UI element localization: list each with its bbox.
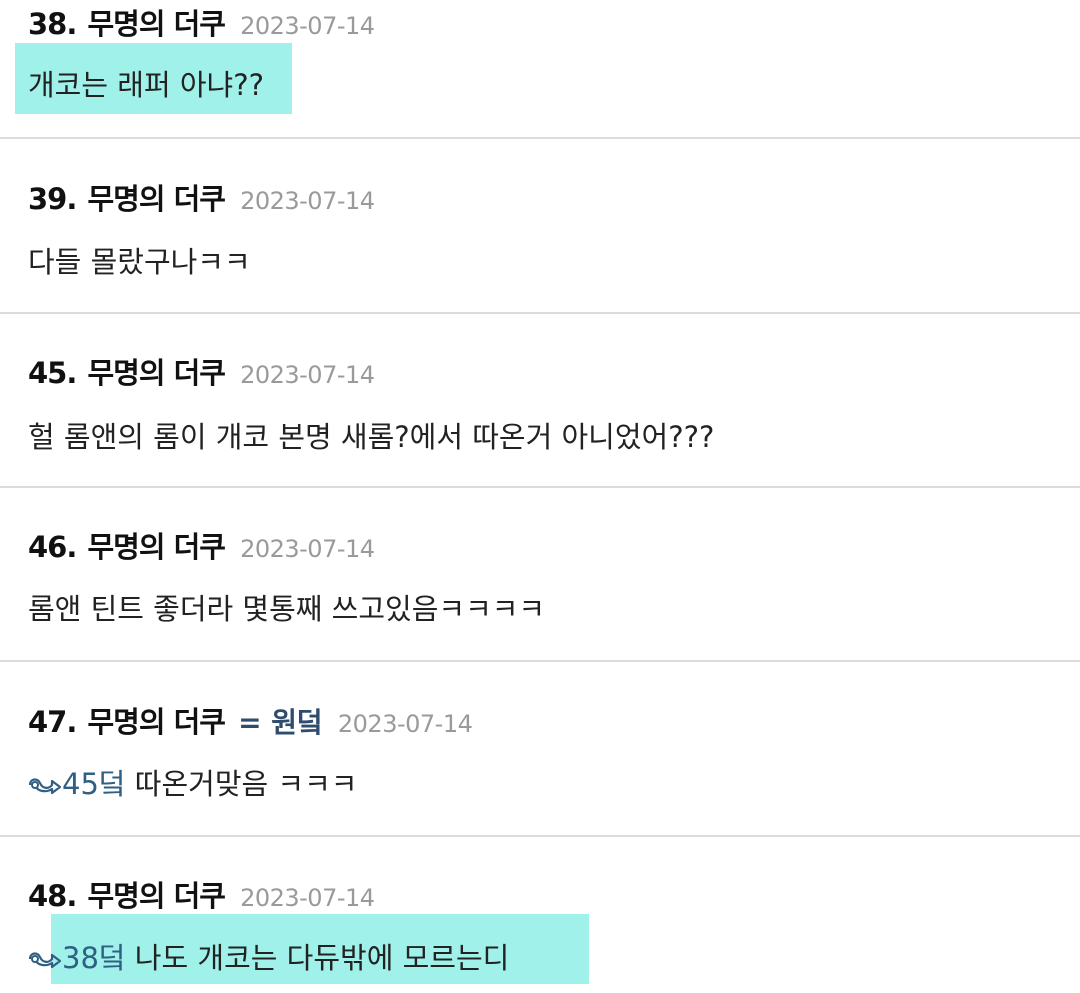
reply-arrow-icon [28,778,62,795]
comment-body: 다들 몰랐구나ㅋㅋ [28,245,251,279]
comment-body: 38덬 나도 개코는 다듀밖에 모르는디 [28,935,509,977]
comment-number: 46. [28,530,77,564]
comment-body: 45덬 따온거맞음 ㅋㅋㅋ [28,761,357,803]
comment-author[interactable]: 무명의 더쿠 [87,530,225,564]
comment-number: 48. [28,879,77,913]
comment-date: 2023-07-14 [240,187,375,215]
comment-date: 2023-07-14 [240,535,375,563]
comment-date: 2023-07-14 [240,12,375,40]
comment-item: 48. 무명의 더쿠 2023-07-14 38덬 나도 개코는 다듀밖에 모르… [0,837,1080,993]
comment-item: 45. 무명의 더쿠 2023-07-14 헐 롬앤의 롬이 개코 본명 새롬?… [0,314,1080,488]
comment-item: 47. 무명의 더쿠 = 원덬 2023-07-14 45덬 따온거맞음 ㅋㅋㅋ [0,662,1080,837]
comment-date: 2023-07-14 [240,361,375,389]
op-badge: = 원덬 [238,706,323,739]
comment-header: 46. 무명의 더쿠 2023-07-14 [28,524,375,566]
comment-number: 47. [28,705,77,739]
comment-list: 38. 무명의 더쿠 2023-07-14 개코는 래퍼 아냐?? 39. 무명… [0,0,1080,993]
comment-author[interactable]: 무명의 더쿠 [87,356,225,390]
comment-header: 45. 무명의 더쿠 2023-07-14 [28,350,375,392]
comment-date: 2023-07-14 [240,884,375,912]
reply-reference-link[interactable]: 45덬 [62,767,126,801]
comment-number: 45. [28,356,77,390]
comment-date: 2023-07-14 [337,710,473,738]
comment-item: 38. 무명의 더쿠 2023-07-14 개코는 래퍼 아냐?? [0,0,1080,139]
comment-header: 38. 무명의 더쿠 2023-07-14 [28,1,375,43]
comment-text: 나도 개코는 다듀밖에 모르는디 [125,941,510,975]
comment-author[interactable]: 무명의 더쿠 [87,705,225,739]
comment-text: 따온거맞음 ㅋㅋㅋ [125,767,358,801]
comment-item: 39. 무명의 더쿠 2023-07-14 다들 몰랐구나ㅋㅋ [0,139,1080,314]
comment-author[interactable]: 무명의 더쿠 [87,7,225,41]
comment-header: 47. 무명의 더쿠 = 원덬 2023-07-14 [28,699,473,741]
comment-body: 개코는 래퍼 아냐?? [28,68,264,102]
comment-number: 38. [28,7,77,41]
comment-author[interactable]: 무명의 더쿠 [87,879,225,913]
comment-header: 48. 무명의 더쿠 2023-07-14 [28,873,375,915]
comment-body: 롬앤 틴트 좋더라 몇통째 쓰고있음ㅋㅋㅋㅋ [28,592,546,626]
reply-reference-link[interactable]: 38덬 [62,941,126,975]
comment-item: 46. 무명의 더쿠 2023-07-14 롬앤 틴트 좋더라 몇통째 쓰고있음… [0,488,1080,662]
comment-header: 39. 무명의 더쿠 2023-07-14 [28,176,375,218]
comment-number: 39. [28,182,77,216]
reply-arrow-icon [28,952,62,969]
comment-body: 헐 롬앤의 롬이 개코 본명 새롬?에서 따온거 아니었어??? [28,420,715,454]
comment-author[interactable]: 무명의 더쿠 [87,182,225,216]
